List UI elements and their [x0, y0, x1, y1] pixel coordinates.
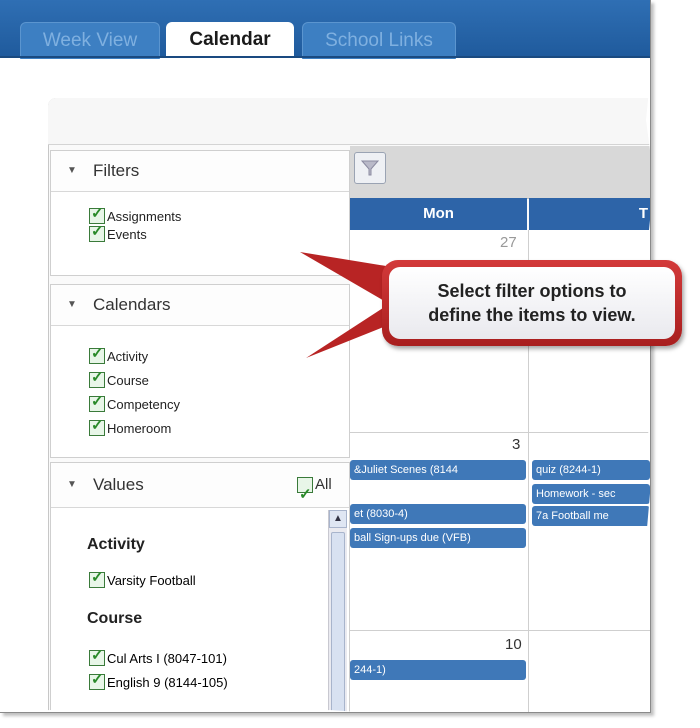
callout-box: Select filter options to define the item… [389, 267, 675, 339]
callout-line-1: Select filter options to [437, 281, 627, 301]
instruction-callout: Select filter options to define the item… [382, 260, 682, 346]
callout-text: Select filter options to define the item… [394, 279, 670, 327]
callout-pointer-icon [300, 252, 386, 358]
callout-line-2: define the items to view. [428, 305, 636, 325]
